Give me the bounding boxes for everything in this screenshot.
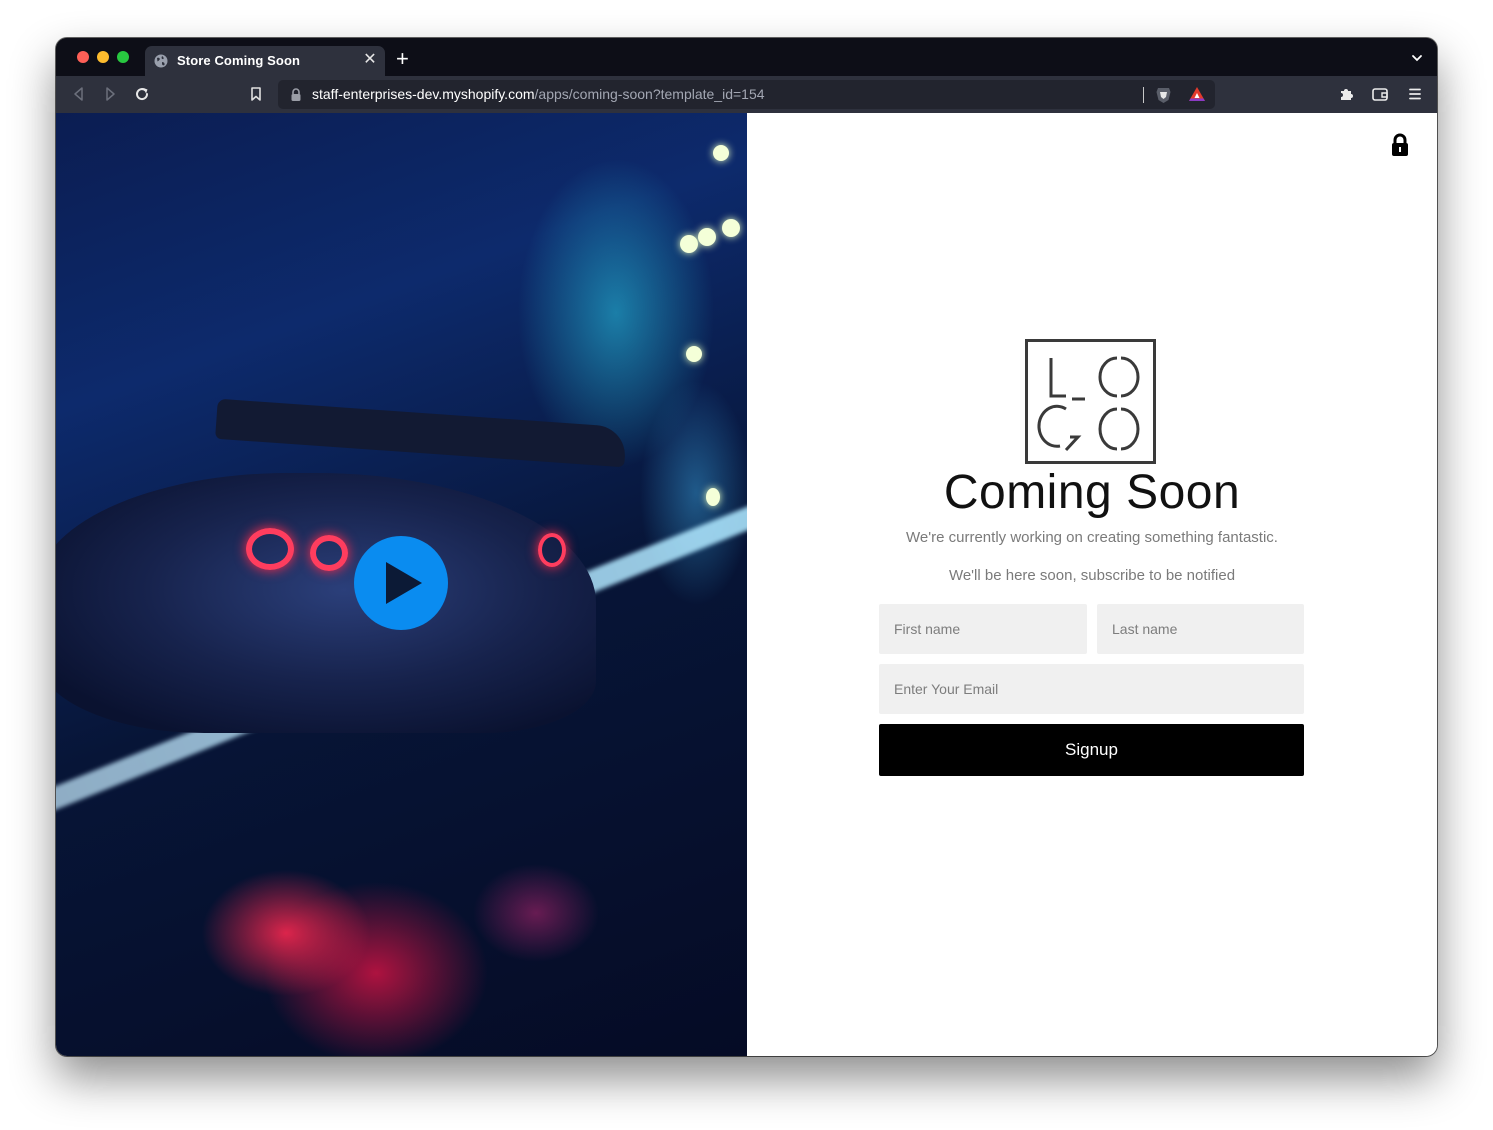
email-field[interactable] — [879, 664, 1304, 714]
reload-icon[interactable] — [133, 85, 151, 103]
url-host: staff-enterprises-dev.myshopify.com — [312, 86, 535, 102]
store-logo — [1025, 339, 1156, 464]
url-text[interactable]: staff-enterprises-dev.myshopify.com/apps… — [312, 86, 765, 102]
new-tab-button[interactable]: + — [396, 48, 409, 70]
taillight-decoration — [246, 528, 294, 570]
bokeh-light — [722, 219, 740, 237]
taillight-decoration — [538, 533, 566, 567]
brave-shield-icon[interactable] — [1155, 86, 1172, 104]
hero-video[interactable] — [56, 113, 747, 1056]
bookmark-icon[interactable] — [247, 85, 265, 103]
address-bar[interactable]: staff-enterprises-dev.myshopify.com/apps… — [278, 80, 1215, 109]
play-video-button[interactable] — [354, 536, 448, 630]
padlock-icon[interactable] — [1390, 133, 1410, 157]
play-icon — [386, 562, 422, 604]
back-icon[interactable] — [70, 85, 88, 103]
subtitle-notify: We'll be here soon, subscribe to be noti… — [948, 567, 1236, 584]
page-title: Coming Soon — [943, 466, 1241, 519]
brave-rewards-icon[interactable] — [1188, 86, 1206, 103]
signup-panel: Coming Soon We're currently working on c… — [747, 113, 1437, 1056]
globe-icon — [154, 54, 168, 68]
extensions-icon[interactable] — [1337, 85, 1355, 103]
last-name-field[interactable] — [1097, 604, 1304, 654]
browser-window: Store Coming Soon ✕ + staff-enterprises-… — [56, 38, 1437, 1056]
logo-mark — [1037, 356, 1140, 452]
menu-icon[interactable] — [1406, 85, 1424, 103]
url-path: /apps/coming-soon?template_id=154 — [534, 86, 765, 102]
tab-list-chevron-icon[interactable] — [1411, 52, 1423, 64]
lock-icon — [291, 88, 301, 101]
car-spoiler-decoration — [215, 398, 627, 468]
wallet-icon[interactable] — [1371, 85, 1389, 103]
bokeh-light — [706, 488, 720, 506]
close-window-button[interactable] — [77, 51, 89, 63]
signup-button[interactable]: Signup — [879, 724, 1304, 776]
taillight-decoration — [310, 535, 348, 571]
car-image — [56, 473, 596, 733]
page-content: Coming Soon We're currently working on c… — [56, 113, 1437, 1056]
address-bar-divider — [1143, 87, 1144, 103]
tab-store-coming-soon[interactable]: Store Coming Soon ✕ — [145, 46, 385, 76]
first-name-field[interactable] — [879, 604, 1087, 654]
close-tab-button[interactable]: ✕ — [361, 51, 379, 69]
browser-toolbar: staff-enterprises-dev.myshopify.com/apps… — [56, 76, 1437, 113]
bokeh-light — [713, 145, 729, 161]
zoom-window-button[interactable] — [117, 51, 129, 63]
tab-strip: Store Coming Soon ✕ + — [56, 38, 1437, 76]
minimize-window-button[interactable] — [97, 51, 109, 63]
tab-title: Store Coming Soon — [177, 53, 301, 68]
bokeh-light — [680, 235, 698, 253]
bokeh-light — [686, 346, 702, 362]
forward-icon[interactable] — [101, 85, 119, 103]
subtitle-working: We're currently working on creating some… — [906, 529, 1278, 546]
bokeh-light — [698, 228, 716, 246]
